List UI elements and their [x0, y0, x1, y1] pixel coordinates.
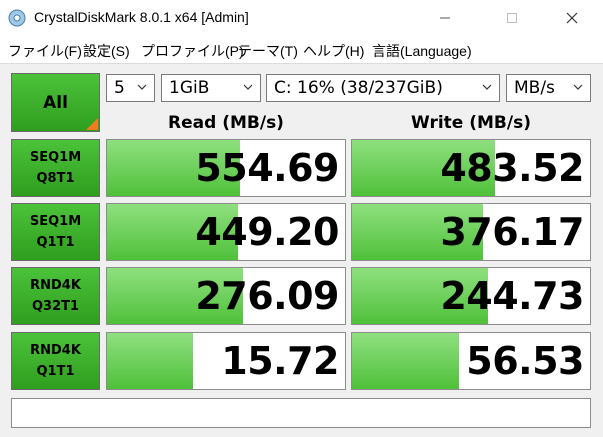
write-header: Write (MB/s)	[411, 113, 531, 133]
menu-settings[interactable]: 設定(S)	[83, 41, 130, 61]
read-result-value: 276.09	[195, 274, 339, 318]
menu-file[interactable]: ファイル(F)	[8, 41, 82, 61]
drive-select[interactable]: C: 16% (38/237GiB)	[266, 74, 500, 102]
read-result-value: 554.69	[195, 146, 339, 190]
maximize-button[interactable]	[489, 0, 535, 36]
unit-select[interactable]: MB/s	[506, 74, 591, 102]
close-button[interactable]	[549, 0, 595, 36]
test-label-line2: Q32T1	[31, 299, 80, 314]
write-result-value: 376.17	[440, 210, 584, 254]
menu-bar: ファイル(F) 設定(S) プロファイル(P) テーマ(T) ヘルプ(H) 言語…	[0, 36, 603, 63]
read-result-value: 15.72	[221, 339, 339, 383]
menu-theme[interactable]: テーマ(T)	[238, 41, 298, 61]
read-result-cell: 554.69	[106, 139, 346, 197]
chevron-down-icon	[137, 84, 147, 90]
maximize-icon	[507, 13, 517, 23]
drive-value: C: 16% (38/237GiB)	[274, 78, 443, 98]
write-progress-bar	[352, 333, 460, 389]
read-progress-bar	[107, 333, 193, 389]
test-size-value: 1GiB	[169, 78, 210, 98]
write-result-value: 244.73	[440, 274, 584, 318]
read-result-value: 449.20	[195, 210, 339, 254]
corner-marker	[86, 118, 98, 130]
write-result-cell: 376.17	[351, 203, 591, 261]
comment-field[interactable]	[11, 398, 591, 428]
test-button-seq1m-q1t1[interactable]: SEQ1M Q1T1	[11, 203, 100, 261]
test-count-value: 5	[114, 78, 125, 98]
read-result-cell: 276.09	[106, 267, 346, 325]
write-result-value: 56.53	[466, 339, 584, 383]
test-label-line1: SEQ1M	[29, 150, 82, 165]
read-result-cell: 15.72	[106, 332, 346, 390]
minimize-icon	[440, 17, 450, 19]
chevron-down-icon	[243, 84, 253, 90]
read-header: Read (MB/s)	[168, 113, 284, 133]
close-icon	[566, 12, 578, 24]
chevron-down-icon	[573, 84, 583, 90]
menu-language[interactable]: 言語(Language)	[372, 41, 472, 61]
write-result-cell: 244.73	[351, 267, 591, 325]
test-label-line2: Q1T1	[36, 364, 75, 379]
write-result-value: 483.52	[440, 146, 584, 190]
test-button-rnd4k-q1t1[interactable]: RND4K Q1T1	[11, 332, 100, 390]
crystaldiskmark-app-icon	[8, 9, 26, 27]
all-button[interactable]: All	[11, 73, 100, 132]
all-button-label: All	[43, 92, 68, 113]
write-result-cell: 56.53	[351, 332, 591, 390]
test-count-select[interactable]: 5	[106, 74, 155, 102]
write-result-cell: 483.52	[351, 139, 591, 197]
menu-profile[interactable]: プロファイル(P)	[141, 41, 244, 61]
test-button-rnd4k-q32t1[interactable]: RND4K Q32T1	[11, 267, 100, 325]
window-title: CrystalDiskMark 8.0.1 x64 [Admin]	[34, 9, 249, 25]
test-label-line1: RND4K	[30, 343, 81, 358]
menu-help[interactable]: ヘルプ(H)	[303, 41, 364, 61]
test-label-line2: Q8T1	[36, 171, 75, 186]
title-bar: CrystalDiskMark 8.0.1 x64 [Admin]	[0, 0, 603, 36]
unit-value: MB/s	[514, 78, 555, 98]
test-size-select[interactable]: 1GiB	[161, 74, 261, 102]
test-label-line1: SEQ1M	[29, 214, 82, 229]
chevron-down-icon	[482, 84, 492, 90]
minimize-button[interactable]	[422, 0, 468, 36]
test-button-seq1m-q8t1[interactable]: SEQ1M Q8T1	[11, 139, 100, 197]
test-label-line2: Q1T1	[36, 235, 75, 250]
test-label-line1: RND4K	[30, 278, 81, 293]
read-result-cell: 449.20	[106, 203, 346, 261]
